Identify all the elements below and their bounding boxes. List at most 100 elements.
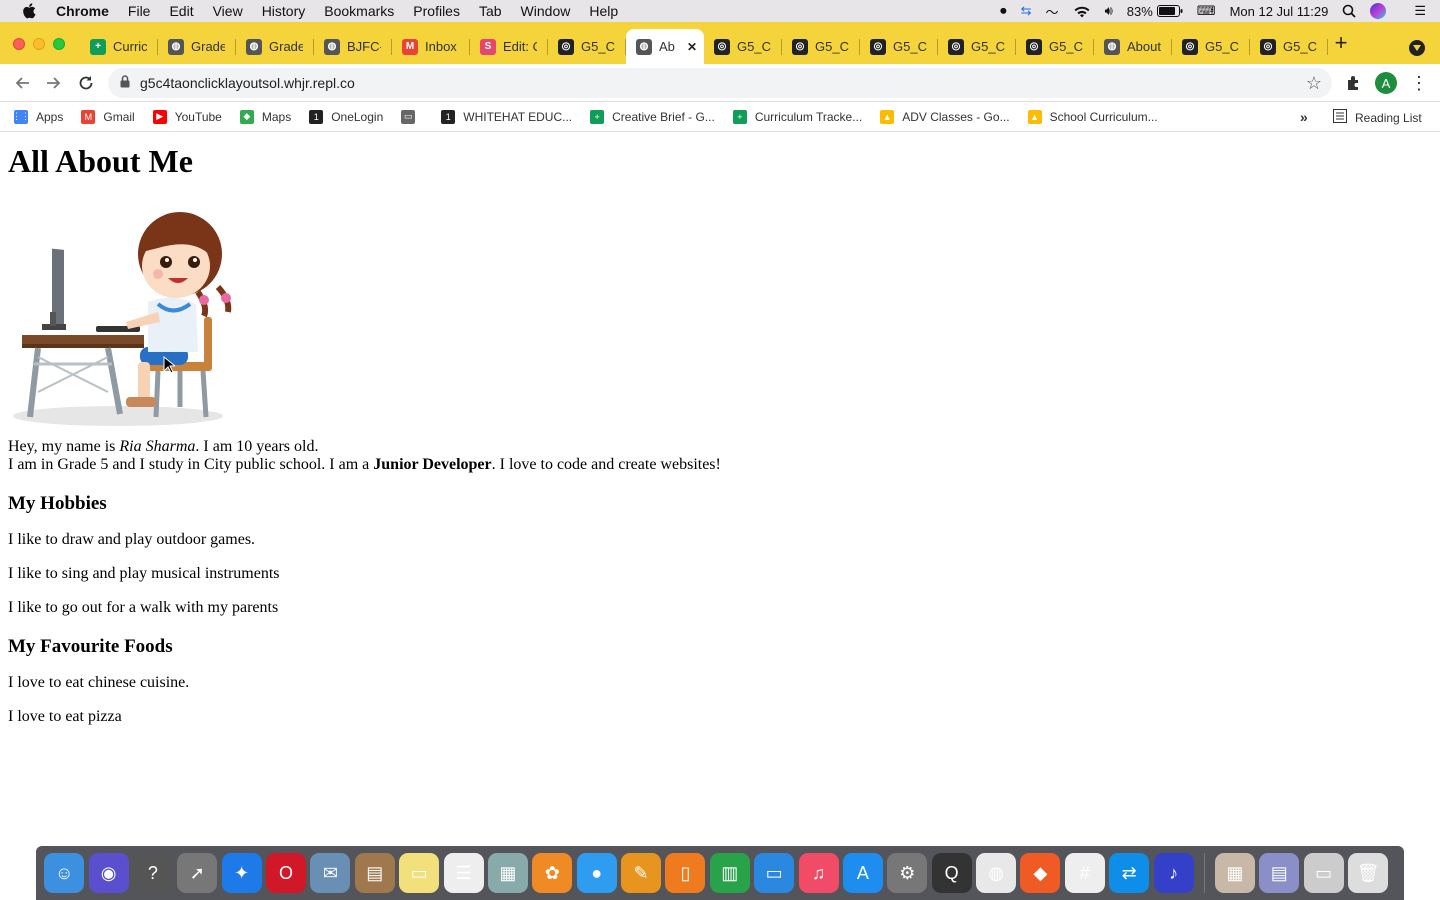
bookmark-item[interactable]: ▲ ADV Classes - Go... [880,109,1010,124]
safari-icon[interactable]: ✦ [221,853,262,893]
appstore-icon[interactable]: A [842,853,883,893]
bookmark-item[interactable]: ▶ YouTube [152,109,222,124]
teamviewer-status-icon[interactable]: ⇆ [1021,3,1032,19]
trash-icon[interactable]: 🗑 [1348,853,1389,893]
tab-6[interactable]: ◎ G5_C4 [548,29,626,64]
messages-icon[interactable]: ● [576,853,617,893]
preview-app-icon[interactable]: ▦ [487,853,528,893]
screen-record-icon[interactable]: ⏺ [1000,3,1007,19]
maximize-window-icon[interactable] [53,38,65,50]
tab-3[interactable]: ◍ BJFC- [314,29,392,64]
downloads-stack-icon[interactable]: ▦ [1214,853,1255,893]
help-icon[interactable]: ? [132,853,173,893]
tab-search-icon[interactable] [1409,40,1425,56]
tab-10[interactable]: ◎ G5_C4 [860,29,938,64]
opera-icon[interactable]: O [266,853,307,893]
back-button[interactable] [12,73,32,93]
battery-icon[interactable] [1156,5,1183,17]
launchpad-icon[interactable]: ➚ [177,853,218,893]
tab-0[interactable]: + Curric [80,29,158,64]
bookmark-label: Gmail [103,109,135,124]
tab-4[interactable]: M Inbox [392,29,470,64]
tab-11[interactable]: ◎ G5_C4 [938,29,1016,64]
chrome-icon[interactable]: ◍ [976,853,1017,893]
menu-window[interactable]: Window [521,0,571,22]
contacts-icon[interactable]: ▤ [354,853,395,893]
tab-12[interactable]: ◎ G5_C4 [1016,29,1094,64]
tab-15[interactable]: ◎ G5_C4 [1250,29,1328,64]
siri-menu-icon[interactable] [1370,3,1400,19]
photos-icon[interactable]: ✿ [532,853,573,893]
tab-7[interactable]: ◍ Ab ✕ [626,29,704,64]
menu-file[interactable]: File [128,0,151,22]
tab-label: BJFC- [347,39,381,54]
notes-icon[interactable]: ▭ [399,853,440,893]
lock-icon[interactable] [120,75,130,91]
tab-13[interactable]: ◍ About [1094,29,1172,64]
reading-list-button[interactable]: Reading List [1333,109,1422,126]
activity-icon[interactable]: 〜 [1046,2,1059,21]
spotlight-search-icon[interactable] [1342,4,1356,18]
menu-app-name[interactable]: Chrome [56,0,109,22]
documents-stack-icon[interactable]: ▭ [1303,853,1344,893]
tab-2[interactable]: ◍ Grade [236,29,314,64]
bookmark-item[interactable]: ▲ School Curriculum... [1027,109,1158,124]
close-window-icon[interactable] [13,38,25,50]
control-center-icon[interactable]: ☰ [1414,3,1426,19]
tab-label: Grade [269,39,303,54]
bookmark-item[interactable]: ▭ [401,109,423,124]
music-icon[interactable]: ♫ [798,853,839,893]
menu-view[interactable]: View [213,0,243,22]
teamviewer-icon[interactable]: ⇄ [1109,853,1150,893]
bookmark-item[interactable]: ⋮⋮ Apps [12,109,63,124]
menu-clock[interactable]: Mon 12 Jul 11:29 [1230,4,1329,19]
bookmark-item[interactable]: ◆ Maps [239,109,291,124]
profile-avatar[interactable]: A [1375,72,1397,94]
pages-icon[interactable]: ✎ [621,853,662,893]
tab-14[interactable]: ◎ G5_C4 [1172,29,1250,64]
reminders-icon[interactable]: ☰ [443,853,484,893]
wifi-icon[interactable] [1073,5,1091,18]
chrome-menu-icon[interactable]: ⋮ [1410,73,1428,93]
forward-button[interactable] [44,73,64,93]
audacity-icon[interactable]: ♪ [1153,853,1194,893]
tab-close-icon[interactable]: ✕ [687,40,697,54]
menu-edit[interactable]: Edit [169,0,193,22]
bookmark-item[interactable]: 1 OneLogin [309,109,383,124]
keyboard-input-icon[interactable]: ⌨ [1197,3,1216,19]
apple-icon[interactable] [20,2,38,20]
reload-button[interactable] [76,73,96,93]
bookmark-star-icon[interactable]: ☆ [1306,73,1322,94]
preview-icon[interactable]: ✉ [310,853,351,893]
menu-help[interactable]: Help [589,0,618,22]
system-preferences-icon[interactable]: ⚙ [887,853,928,893]
tab-9[interactable]: ◎ G5_C4 [782,29,860,64]
brave-icon[interactable]: ◆ [1020,853,1061,893]
tab-1[interactable]: ◍ Grade [158,29,236,64]
address-bar[interactable]: g5c4taonclicklayoutsol.whjr.repl.co ☆ [108,68,1332,98]
keynote-icon[interactable]: ▭ [754,853,795,893]
tab-5[interactable]: S Edit: C [470,29,548,64]
siri-icon[interactable]: ◉ [88,853,129,893]
menu-bookmarks[interactable]: Bookmarks [324,0,394,22]
bookmarks-overflow-icon[interactable]: » [1300,109,1308,125]
bookmark-item[interactable]: M Gmail [81,109,135,124]
menu-profiles[interactable]: Profiles [413,0,460,22]
extensions-icon[interactable] [1345,74,1363,92]
numbers-icon[interactable]: ▥ [709,853,750,893]
bookmark-item[interactable]: + Curriculum Tracke... [732,109,862,124]
volume-icon[interactable]: 🔊︎ [1105,3,1113,19]
tab-8[interactable]: ◎ G5_C4 [704,29,782,64]
screenshot-stack-icon[interactable]: ▤ [1259,853,1300,893]
new-tab-button[interactable]: + [1330,32,1352,54]
menu-history[interactable]: History [262,0,306,22]
finder-icon[interactable]: ☺ [44,853,85,893]
url-text[interactable]: g5c4taonclicklayoutsol.whjr.repl.co [140,75,355,91]
bookmark-item[interactable]: + Creative Brief - G... [590,109,715,124]
minimize-window-icon[interactable] [33,38,45,50]
menu-tab[interactable]: Tab [479,0,502,22]
books-icon[interactable]: ▯ [665,853,706,893]
bookmark-item[interactable]: 1 WHITEHAT EDUC... [441,109,572,124]
quicktime-icon[interactable]: Q [931,853,972,893]
slack-icon[interactable]: # [1064,853,1105,893]
